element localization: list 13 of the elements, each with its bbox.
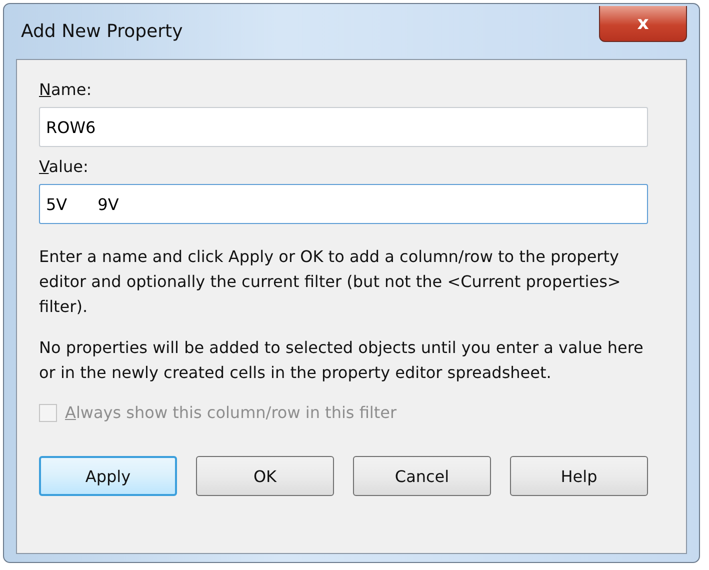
dialog-button[interactable]: OK [196, 456, 334, 496]
dialog-button[interactable]: Apply [39, 456, 177, 496]
dialog-button[interactable]: Cancel [353, 456, 491, 496]
dialog-button[interactable]: Help [510, 456, 648, 496]
field-label: Value: [39, 157, 90, 176]
close-button[interactable]: x [599, 6, 687, 42]
window-title: Add New Property [21, 21, 183, 42]
text-field[interactable]: ROW6 [39, 107, 648, 147]
field-label: Name: [39, 80, 93, 99]
checkbox-label: Always show this column/row in this filter [65, 403, 397, 422]
info-text: Enter a name and click Apply or OK to add a column/row to the property editor and optionally the current filter (but not the <Current properties> filter). [39, 246, 622, 318]
info-text: No properties will be added to selected objects until you enter a value here or in the newly created cells in the property editor spreadsheet. [39, 337, 644, 384]
text-field[interactable]: 5V 9V [39, 184, 648, 224]
